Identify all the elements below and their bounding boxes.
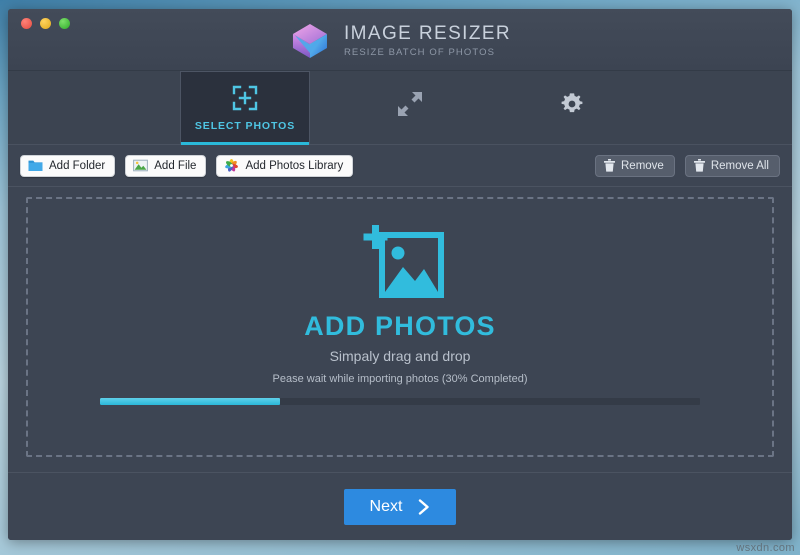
next-button-label: Next [369,497,403,515]
image-stack-icon [292,24,327,58]
tab-select-photos[interactable]: SELECT PHOTOS [180,71,310,145]
app-subtitle: RESIZE BATCH OF PHOTOS [343,47,496,59]
trash-icon [693,159,705,172]
title-bar: IMAGE RESIZER RESIZE BATCH OF PHOTOS [8,9,792,71]
minimize-button[interactable] [40,18,51,29]
footer: Next [8,472,792,540]
toolbar: Add Folder Add File Add Photos Library R… [8,145,792,187]
dropzone-subtitle: Simpaly drag and drop [329,348,471,364]
button-label: Remove All [710,159,769,172]
trash-icon [604,159,615,172]
chevron-right-icon [419,498,430,515]
app-title: IMAGE RESIZER [343,23,512,45]
button-label: Remove [621,159,664,172]
crosshair-plus-icon [232,85,258,111]
dropzone-title: ADD PHOTOS [304,311,496,341]
button-label: Add Photos Library [245,159,344,172]
tab-active-indicator [181,142,309,145]
photo-dropzone[interactable]: ADD PHOTOS Simpaly drag and drop Pease w… [26,197,774,457]
watermark: wsxdn.com [736,542,795,554]
folder-icon [28,160,43,171]
button-label: Add Folder [49,159,106,172]
progress-label: Pease wait while importing photos (30% C… [272,373,528,385]
tab-bar: SELECT PHOTOS [8,71,792,145]
import-progress: Pease wait while importing photos (30% C… [100,373,700,405]
add-file-button[interactable]: Add File [125,154,207,177]
resize-arrows-icon [398,91,422,116]
button-label: Add File [154,159,197,172]
add-folder-button[interactable]: Add Folder [20,154,116,177]
photos-library-icon [225,158,239,172]
application-window: IMAGE RESIZER RESIZE BATCH OF PHOTOS SEL… [8,9,792,540]
toolbar-left-group: Add Folder Add File Add Photos Library [20,154,354,177]
window-controls [21,18,70,29]
maximize-button[interactable] [59,18,70,29]
gear-icon [561,92,583,112]
content-area: ADD PHOTOS Simpaly drag and drop Pease w… [8,187,792,472]
progress-fill [100,398,280,405]
close-button[interactable] [21,18,32,29]
toolbar-right-group: Remove Remove All [595,154,780,177]
tab-settings[interactable] [507,71,637,145]
tab-resize[interactable] [345,71,475,145]
progress-track [100,398,700,405]
add-photo-icon [363,225,444,298]
remove-all-button[interactable]: Remove All [684,154,780,177]
picture-icon [133,159,149,172]
tab-label: SELECT PHOTOS [194,120,296,132]
add-photos-library-button[interactable]: Add Photos Library [216,154,354,177]
brand: IMAGE RESIZER RESIZE BATCH OF PHOTOS [289,20,511,62]
remove-button[interactable]: Remove [595,154,675,177]
next-button[interactable]: Next [344,488,456,525]
